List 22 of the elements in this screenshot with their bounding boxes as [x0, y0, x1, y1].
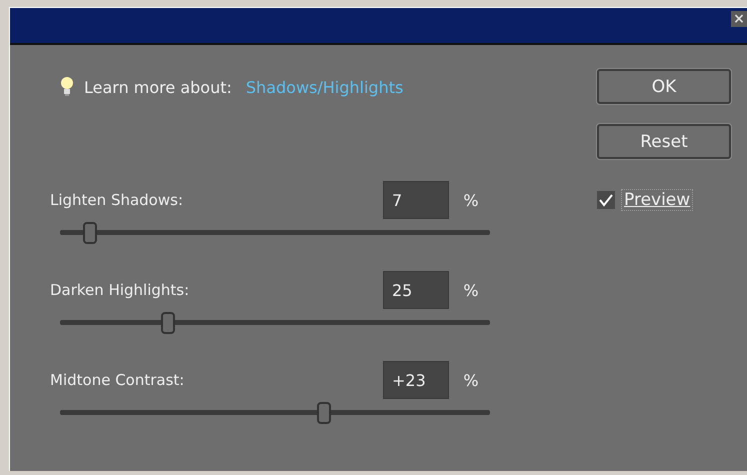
slider-track[interactable] [60, 312, 490, 334]
preview-label[interactable]: Preview [621, 189, 694, 211]
slider-label: Lighten Shadows: [49, 191, 184, 209]
value-field[interactable]: +23 [383, 361, 449, 399]
slider-thumb[interactable] [83, 222, 98, 244]
value-field[interactable]: 25 [383, 271, 449, 309]
close-button[interactable]: × [731, 11, 747, 27]
lightbulb-icon [60, 76, 74, 98]
slider-track[interactable] [60, 222, 490, 244]
help-label: Learn more about: [84, 78, 232, 96]
reset-button[interactable]: Reset [597, 124, 731, 159]
unit-label: % [462, 190, 480, 210]
ok-button[interactable]: OK [597, 69, 731, 104]
value-field[interactable]: 7 [383, 181, 449, 219]
slider-track[interactable] [60, 402, 490, 424]
slider-label: Darken Highlights: [49, 281, 190, 299]
slider-label: Midtone Contrast: [49, 371, 186, 389]
slider-thumb[interactable] [317, 402, 332, 424]
slider-thumb[interactable] [160, 312, 174, 334]
unit-label: % [462, 280, 480, 300]
preview-checkbox[interactable] [597, 191, 615, 209]
unit-label: % [462, 370, 480, 390]
